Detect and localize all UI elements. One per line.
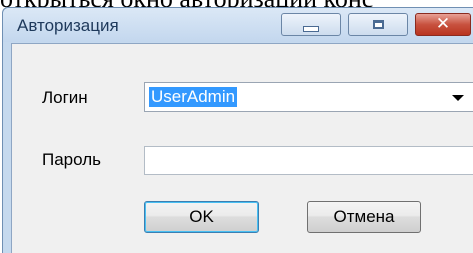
close-button[interactable]: ✕ [415,13,471,36]
minimize-icon [303,25,319,32]
window-title: Авторизация [17,16,119,35]
cancel-button[interactable]: Отмена [307,201,421,233]
maximize-icon [372,20,384,29]
chevron-down-icon[interactable] [452,95,464,101]
login-dialog: Авторизация ✕ Логин UserAdmin Пароль OK … [2,7,473,253]
maximize-button[interactable] [348,13,408,36]
password-label: Пароль [42,150,101,169]
dialog-client-area: Логин UserAdmin Пароль OK Отмена [11,43,473,253]
ok-button[interactable]: OK [144,201,259,233]
login-selected-value[interactable]: UserAdmin [149,87,238,107]
password-field[interactable] [144,146,473,175]
close-icon: ✕ [435,14,451,34]
title-bar[interactable]: Авторизация ✕ [3,8,473,42]
login-label: Логин [42,88,88,107]
minimize-button[interactable] [281,13,341,36]
login-combobox[interactable]: UserAdmin [144,82,473,112]
